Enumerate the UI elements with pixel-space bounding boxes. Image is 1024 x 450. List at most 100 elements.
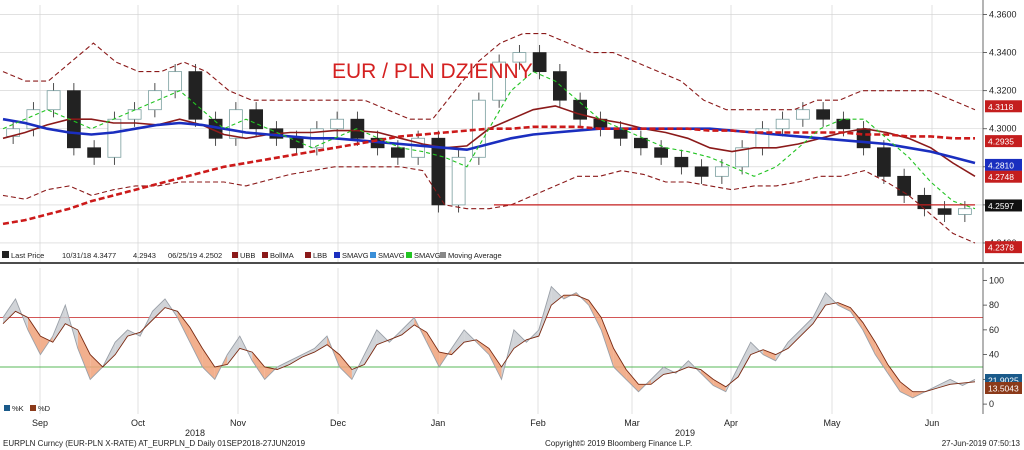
candle-up <box>107 118 122 158</box>
candle-down <box>917 194 932 210</box>
chart-title: EUR / PLN DZIENNY <box>332 60 533 83</box>
osc-tick-label: 100 <box>989 275 1004 285</box>
candle-down <box>876 147 891 177</box>
legend-item-label: LBB <box>313 251 327 260</box>
osc-fill <box>513 329 527 349</box>
legend-swatch <box>232 252 238 258</box>
candle-down <box>856 128 871 149</box>
oscillator-grid <box>0 268 983 414</box>
osc-legend: %K %D <box>4 404 51 413</box>
last-price-swatch <box>2 251 9 258</box>
price-panel: EUR / PLN DZIENNY <box>2 33 976 244</box>
footer-right: 27-Jun-2019 07:50:13 <box>942 439 1021 448</box>
x-tick-label: Apr <box>724 418 738 428</box>
osc-fill <box>626 369 639 392</box>
osc-tick-label: 80 <box>989 300 999 310</box>
candle-up <box>228 109 243 139</box>
osc-fill <box>90 354 103 380</box>
candle-down <box>654 147 669 158</box>
candle-up <box>330 118 345 130</box>
osc-fill <box>788 329 801 349</box>
osc-fill <box>738 342 751 377</box>
candle-down <box>188 71 203 120</box>
candle-up <box>775 118 790 130</box>
legend-swatch <box>305 252 311 258</box>
osc-fill <box>27 317 41 355</box>
legend-low: 06/25/19 4.2502 <box>168 251 222 260</box>
candle-down <box>613 128 628 139</box>
osc-fill <box>613 348 627 380</box>
candle-up <box>127 109 142 120</box>
legend-swatch <box>334 252 340 258</box>
legend-swatch <box>406 252 412 258</box>
candle-down <box>937 208 952 215</box>
candle-up <box>168 71 183 92</box>
series-line <box>2 117 976 165</box>
osc-tick-label: 60 <box>989 325 999 335</box>
candle-down <box>390 147 405 158</box>
osc-fill <box>3 298 16 324</box>
y-tick-label: 4.3400 <box>989 48 1017 58</box>
price-tag-label: 4.2748 <box>988 172 1014 182</box>
series-line <box>2 125 975 226</box>
osc-line <box>2 294 976 393</box>
footer-left: EURPLN Curncy (EUR-PLN X-RATE) AT_EURPLN… <box>3 439 306 448</box>
y-tick-label: 4.3000 <box>989 124 1017 134</box>
time-axis: Sep Oct Nov Dec Jan Feb Mar Apr May Jun 2018 2019 <box>32 418 939 438</box>
y-tick-label: 4.3200 <box>989 86 1017 96</box>
x-year-label: 2019 <box>675 428 695 438</box>
x-tick-label: Oct <box>131 418 146 428</box>
d-swatch <box>30 405 36 411</box>
legend-swatch <box>262 252 268 258</box>
price-tag-label: 4.2378 <box>988 243 1014 253</box>
x-tick-label: Dec <box>330 418 347 428</box>
candle-up <box>957 208 972 215</box>
legend-swatch <box>440 252 446 258</box>
candle-down <box>674 156 689 168</box>
candle-down <box>87 147 102 158</box>
legend-item-label: SMAVG <box>342 251 369 260</box>
osc-fill <box>77 329 91 380</box>
legend-items: UBB BollMA LBB SMAVG SMAVG SMAVG Moving Averag… <box>232 251 502 260</box>
osc-fill <box>451 329 465 355</box>
candle-down <box>694 166 709 177</box>
osc-fill <box>800 317 813 337</box>
price-tag-label: 4.3118 <box>988 102 1014 112</box>
candle-up <box>46 90 61 111</box>
price-axis-ticks: 4.36004.34004.32004.30004.28004.26004.24… <box>983 10 1017 248</box>
osc-fill <box>189 327 203 367</box>
legend-swatch <box>370 252 376 258</box>
legend-item-label: SMAVG <box>378 251 405 260</box>
osc-tick-label: 40 <box>989 350 999 360</box>
legend-item-label: SMAVG <box>414 251 441 260</box>
x-tick-label: Jan <box>431 418 446 428</box>
candle-up <box>714 166 729 177</box>
x-tick-label: May <box>823 418 841 428</box>
osc-tick-label: 0 <box>989 399 994 409</box>
legend-item-label: Moving Average <box>448 251 502 260</box>
legend-d: %D <box>38 404 51 413</box>
legend-item-label: UBB <box>240 251 255 260</box>
legend-high: 10/31/18 4.3477 <box>62 251 116 260</box>
candle-up <box>795 109 810 120</box>
osc-fill <box>252 352 265 380</box>
legend-item-label: BollMA <box>270 251 294 260</box>
legend-avg: 4.2943 <box>133 251 156 260</box>
osc-fill <box>551 286 564 306</box>
osc-fill <box>601 317 614 367</box>
candle-down <box>816 109 831 120</box>
price-tag-label: 4.2810 <box>988 160 1014 170</box>
x-tick-label: Feb <box>530 418 546 428</box>
candle-up <box>147 90 162 111</box>
x-tick-label: Sep <box>32 418 48 428</box>
legend-k: %K <box>12 404 24 413</box>
candle-down <box>532 52 547 73</box>
x-year-label: 2018 <box>185 428 205 438</box>
osc-fill <box>115 329 128 355</box>
osc-tags: 21.902513.5043 <box>985 374 1022 394</box>
oscillator-panel <box>2 285 976 399</box>
legend-last-price: Last Price <box>11 251 44 260</box>
oscillator-lines <box>2 285 976 399</box>
osc-fill <box>887 364 901 392</box>
candle-down <box>552 71 567 101</box>
